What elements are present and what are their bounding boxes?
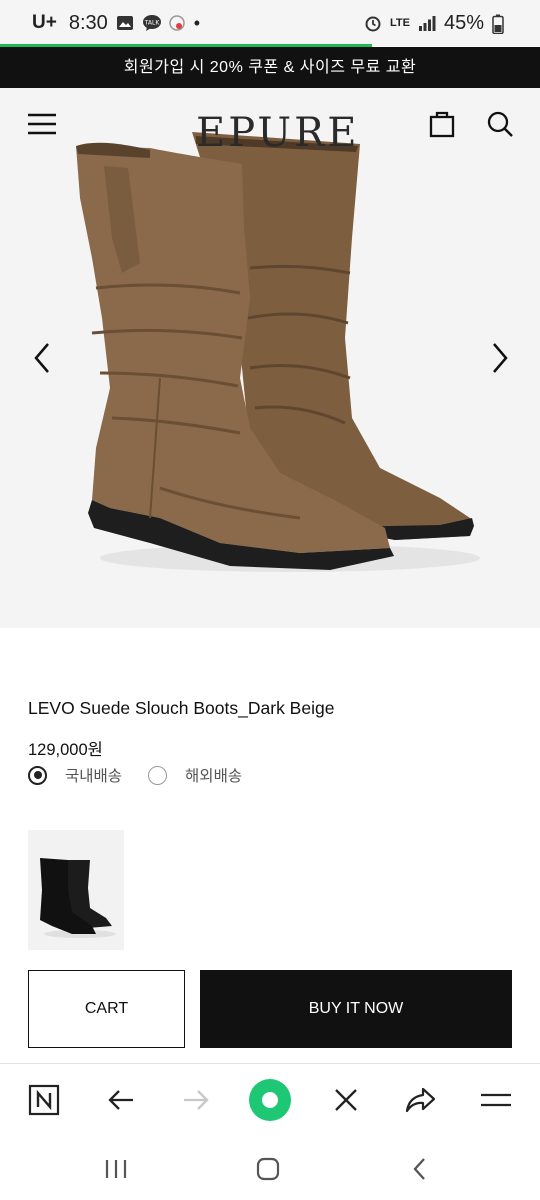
- promo-banner[interactable]: 회원가입 시 20% 쿠폰 & 사이즈 무료 교환: [0, 47, 540, 88]
- product-price: 129,000원: [28, 741, 103, 759]
- network-type: LTE: [390, 16, 410, 29]
- gallery-notification-icon: [116, 14, 134, 32]
- share-icon[interactable]: [402, 1082, 438, 1118]
- radio-unselected[interactable]: [148, 765, 168, 785]
- carousel-prev-arrow-icon[interactable]: [28, 340, 58, 376]
- forward-arrow-icon[interactable]: [178, 1082, 214, 1118]
- status-bar: U+ 8:30 TALK • LTE 45%: [0, 0, 540, 46]
- browser-menu-icon[interactable]: [478, 1082, 514, 1118]
- shipping-option-label: 국내배송: [65, 768, 123, 785]
- system-navigation-bar: [0, 1133, 540, 1200]
- black-boots-thumbnail-image: [40, 858, 116, 938]
- hamburger-menu-icon[interactable]: [26, 110, 58, 138]
- talk-notification-icon: TALK: [142, 14, 161, 32]
- signal-icon: [418, 14, 436, 32]
- shipping-option-overseas[interactable]: 해외배송: [148, 764, 242, 786]
- close-icon[interactable]: [328, 1082, 364, 1118]
- brand-logo[interactable]: EPURE: [196, 108, 356, 158]
- green-dot-icon[interactable]: [246, 1076, 294, 1124]
- home-icon[interactable]: [254, 1155, 282, 1183]
- back-icon[interactable]: [406, 1155, 434, 1183]
- shipping-option-domestic[interactable]: 국내배송: [28, 764, 122, 786]
- alarm-icon: [364, 14, 382, 32]
- shipping-option-label: 해외배송: [185, 768, 243, 785]
- svg-text:TALK: TALK: [143, 20, 160, 27]
- browser-toolbar: [0, 1063, 540, 1133]
- product-name: LEVO Suede Slouch Boots_Dark Beige: [28, 698, 335, 718]
- carrier-label: U+: [32, 12, 57, 33]
- add-to-cart-button[interactable]: CART: [28, 970, 185, 1048]
- more-notifications-dot: •: [193, 12, 201, 33]
- clock: 8:30: [68, 11, 108, 34]
- color-variant-thumbnail-black[interactable]: [28, 830, 124, 950]
- boots-product-image: [76, 132, 480, 572]
- back-arrow-icon[interactable]: [103, 1082, 139, 1118]
- shipping-options: 국내배송 해외배송: [28, 764, 268, 786]
- recents-icon[interactable]: [102, 1155, 130, 1183]
- product-image-carousel[interactable]: [0, 88, 540, 628]
- buy-now-button[interactable]: BUY IT NOW: [200, 970, 512, 1048]
- radio-selected[interactable]: [28, 765, 47, 785]
- app-notification-icon: [168, 14, 186, 32]
- naver-home-icon[interactable]: [26, 1082, 62, 1118]
- shopping-bag-icon[interactable]: [426, 110, 458, 138]
- battery-icon: [492, 14, 510, 35]
- search-icon[interactable]: [484, 110, 516, 138]
- carousel-next-arrow-icon[interactable]: [484, 340, 514, 376]
- battery-percent: 45%: [443, 11, 484, 34]
